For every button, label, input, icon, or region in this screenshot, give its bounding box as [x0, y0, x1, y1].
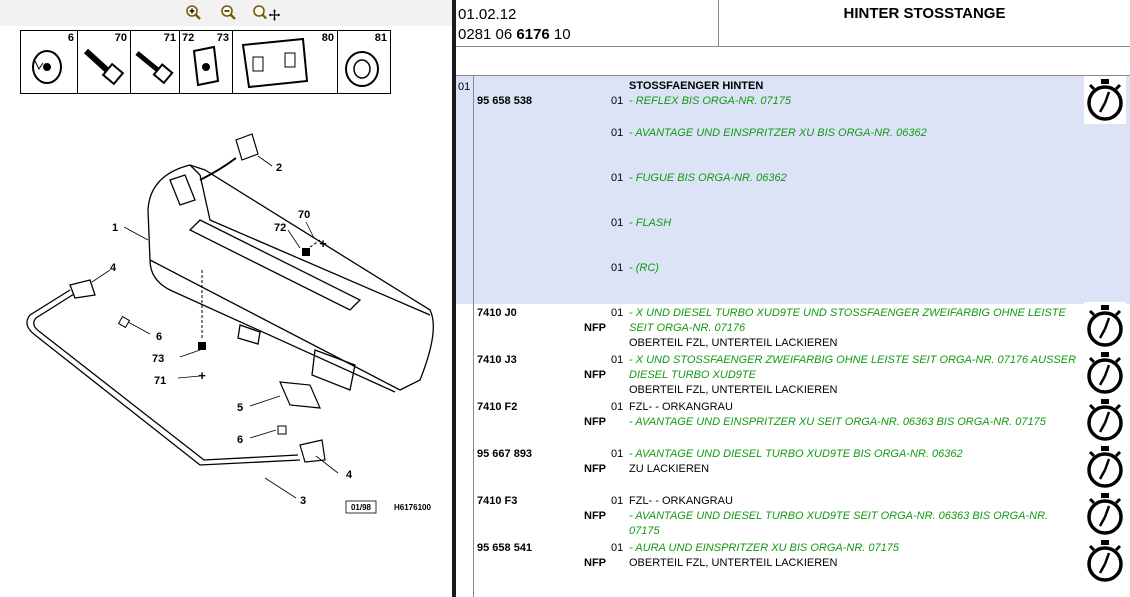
callout-71: 71 — [154, 375, 166, 387]
stopwatch-icon[interactable] — [1084, 76, 1126, 124]
trim-strip — [26, 279, 301, 466]
seq: 01 — [611, 262, 624, 274]
callout-73: 73 — [152, 353, 164, 365]
drawing-code: H6176100 — [394, 503, 431, 512]
reflector-part — [279, 381, 321, 409]
seq: 01 — [611, 448, 624, 460]
clip-part — [302, 248, 310, 256]
washer-part — [117, 315, 131, 329]
parts-table-pane: 01.02.12 0281 06 6176 10 HINTER STOSSTAN… — [456, 0, 1130, 597]
variant-note: - AURA UND EINSPRITZER XU BIS ORGA-NR. 0… — [629, 542, 899, 554]
variant-note: - FLASH — [629, 217, 672, 229]
callout-4: 4 — [110, 262, 117, 274]
end-cap-part — [299, 439, 326, 463]
nfp-label: NFP — [584, 416, 606, 428]
seq: 01 — [611, 307, 624, 319]
variant-note: - X UND STOSSFAENGER ZWEIFARBIG OHNE LEI… — [629, 354, 1077, 366]
variant-note: SEIT ORGA-NR. 07176 — [629, 322, 746, 334]
bracket-part — [199, 133, 259, 181]
callout-72: 72 — [274, 222, 286, 234]
part-number[interactable]: 7410 J3 — [477, 353, 517, 368]
svg-text:+: + — [198, 368, 206, 383]
variant-note: - FUGUE BIS ORGA-NR. 06362 — [629, 172, 787, 184]
zoom-toolbar — [0, 0, 452, 26]
variant-note: - AVANTAGE UND DIESEL TURBO XUD9TE BIS O… — [629, 448, 963, 460]
callout-5: 5 — [237, 402, 243, 414]
diagram-pane: 6 70 71 72 73 80 81 + + 1 2 70 72 4 6 73… — [0, 0, 452, 597]
stopwatch-icon[interactable] — [1084, 302, 1126, 350]
seq: 01 — [611, 354, 624, 366]
finish-note: FZL- - ORKANGRAU — [629, 495, 733, 507]
zoom-out-icon[interactable] — [219, 4, 237, 22]
part-thumbnails: 6 70 71 72 73 80 81 — [20, 30, 391, 94]
finish-note: OBERTEIL FZL, UNTERTEIL LACKIEREN — [629, 557, 838, 569]
finish-note: ZU LACKIEREN — [629, 463, 710, 475]
seq: 01 — [611, 542, 624, 554]
date-box-text: 01/98 — [351, 503, 372, 512]
thumbnail-screw[interactable]: 71 — [130, 30, 180, 94]
callout-70: 70 — [298, 209, 310, 221]
header-title: HINTER STOSSTANGE — [719, 0, 1130, 47]
stopwatch-icon[interactable] — [1084, 490, 1126, 538]
variant-note: DIESEL TURBO XUD9TE — [629, 369, 756, 381]
variant-note: - (RC) — [629, 262, 659, 274]
callout-3: 3 — [300, 495, 306, 507]
variant-note: 07175 — [629, 525, 660, 537]
callout-6b: 6 — [237, 434, 243, 446]
part-number[interactable]: 7410 J0 — [477, 306, 517, 321]
zoom-in-icon[interactable] — [184, 4, 202, 22]
nfp-label: NFP — [584, 369, 606, 381]
seq: 01 — [611, 217, 624, 229]
seq: 01 — [611, 172, 624, 184]
thumbnail-washer[interactable]: 6 — [20, 30, 78, 94]
variant-note: - AVANTAGE UND DIESEL TURBO XUD9TE SEIT … — [629, 510, 1049, 522]
clip-part — [198, 342, 206, 350]
variant-note: - AVANTAGE UND EINSPRITZER XU BIS ORGA-N… — [629, 127, 927, 139]
header-date: 01.02.12 — [458, 6, 517, 23]
thumbnail-bolt[interactable]: 70 — [77, 30, 131, 94]
thumbnail-bracket[interactable]: 80 — [232, 30, 338, 94]
callout-6: 6 — [156, 331, 162, 343]
zoom-move-icon[interactable] — [252, 4, 282, 22]
variant-note: - X UND DIESEL TURBO XUD9TE UND STOSSFAE… — [629, 307, 1066, 319]
finish-note: OBERTEIL FZL, UNTERTEIL LACKIEREN — [629, 384, 838, 396]
thumbnail-clip[interactable]: 72 73 — [179, 30, 233, 94]
seq: 01 — [611, 401, 624, 413]
nfp-label: NFP — [584, 322, 606, 334]
part-number[interactable]: 7410 F3 — [477, 494, 517, 509]
variant-note: - AVANTAGE UND EINSPRITZER XU SEIT ORGA-… — [629, 416, 1046, 428]
callout-1: 1 — [112, 222, 118, 234]
selected-row-highlight — [456, 76, 1130, 304]
stopwatch-icon[interactable] — [1084, 537, 1126, 585]
row-number: 01 — [458, 81, 471, 93]
part-number[interactable]: 95 658 538 — [477, 94, 532, 109]
header-reference: 0281 06 6176 10 — [458, 26, 571, 43]
callout-4b: 4 — [346, 469, 353, 481]
part-number[interactable]: 7410 F2 — [477, 400, 517, 415]
finish-note: OBERTEIL FZL, UNTERTEIL LACKIEREN — [629, 337, 838, 349]
callout-2: 2 — [276, 162, 282, 174]
header-info: 01.02.12 0281 06 6176 10 — [456, 0, 719, 47]
svg-text:+: + — [319, 236, 327, 251]
washer-part — [277, 425, 287, 435]
header-spacer — [456, 47, 1130, 76]
stopwatch-icon[interactable] — [1084, 443, 1126, 491]
seq: 01 — [611, 127, 624, 139]
seq: 01 — [611, 95, 624, 107]
nfp-label: NFP — [584, 510, 606, 522]
stopwatch-icon[interactable] — [1084, 396, 1126, 444]
seq: 01 — [611, 495, 624, 507]
nfp-label: NFP — [584, 463, 606, 475]
exploded-diagram: + + 1 2 70 72 4 6 73 71 5 6 4 3 01/98 H6… — [26, 133, 434, 514]
column-separator — [473, 76, 474, 597]
thumbnail-grommet[interactable]: 81 — [337, 30, 391, 94]
nfp-label: NFP — [584, 557, 606, 569]
bumper-drawing — [147, 164, 434, 393]
part-title: STOSSFAENGER HINTEN — [629, 80, 764, 92]
finish-note: FZL- - ORKANGRAU — [629, 401, 733, 413]
variant-note: - REFLEX BIS ORGA-NR. 07175 — [629, 95, 791, 107]
part-number[interactable]: 95 667 893 — [477, 447, 532, 462]
part-number[interactable]: 95 658 541 — [477, 541, 532, 556]
stopwatch-icon[interactable] — [1084, 349, 1126, 397]
